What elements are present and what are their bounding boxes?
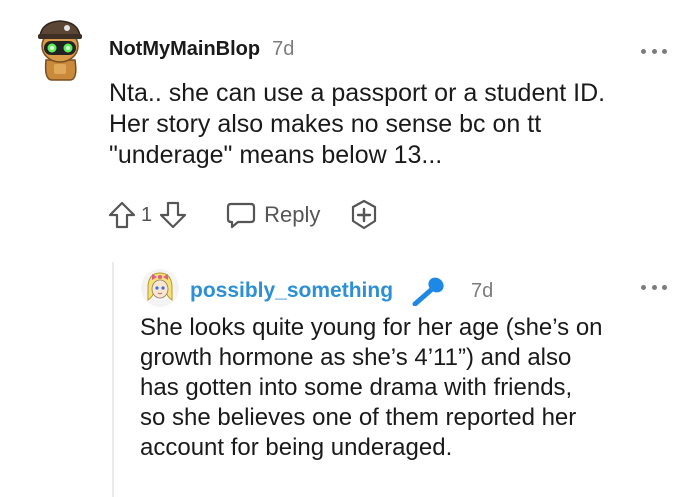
comment-username[interactable]: possibly_something [190,279,393,303]
reply-label: Reply [264,202,321,227]
user-avatar[interactable] [32,16,88,82]
comment-username[interactable]: NotMyMainBlop [109,38,260,61]
reply-icon [227,202,256,229]
comment-header: possibly_something 7d [190,276,493,306]
comment-body: She looks quite young for her age (she’s… [140,313,685,463]
comment-body: Nta.. she can use a passport or a studen… [109,78,679,171]
thread-line[interactable] [112,262,114,497]
upvote-icon[interactable] [107,200,137,230]
comment-line: "underage" means below 13... [109,141,443,169]
vote-count: 1 [141,203,153,226]
comment-line: account for being underaged. [140,434,453,461]
comment-line: She looks quite young for her age (she’s… [140,314,603,341]
comment-line: growth hormone as she’s 4’11”) and also [140,344,572,371]
comment-line: Her story also makes no sense bc on tt [109,110,542,138]
reply-button[interactable]: Reply [226,201,320,229]
more-options-icon[interactable] [641,283,667,291]
comment-timestamp: 7d [272,38,295,60]
award-plus-icon [352,199,377,230]
comment-thread: NotMyMainBlop 7d Nta.. she can use a pas… [0,0,700,497]
user-avatar[interactable] [140,268,180,308]
comment-line: Nta.. she can use a passport or a studen… [109,79,606,107]
more-options-icon[interactable] [641,47,667,55]
downvote-icon[interactable] [158,200,188,230]
comment-line: has gotten into some drama with friends, [140,374,573,401]
microphone-icon [412,277,444,306]
award-button[interactable] [348,199,380,231]
comment-header: NotMyMainBlop 7d [109,38,294,61]
comment-timestamp: 7d [471,279,494,302]
comment-actions: 1 Reply [107,197,380,233]
comment-line: so she believes one of them reported her [140,404,577,431]
